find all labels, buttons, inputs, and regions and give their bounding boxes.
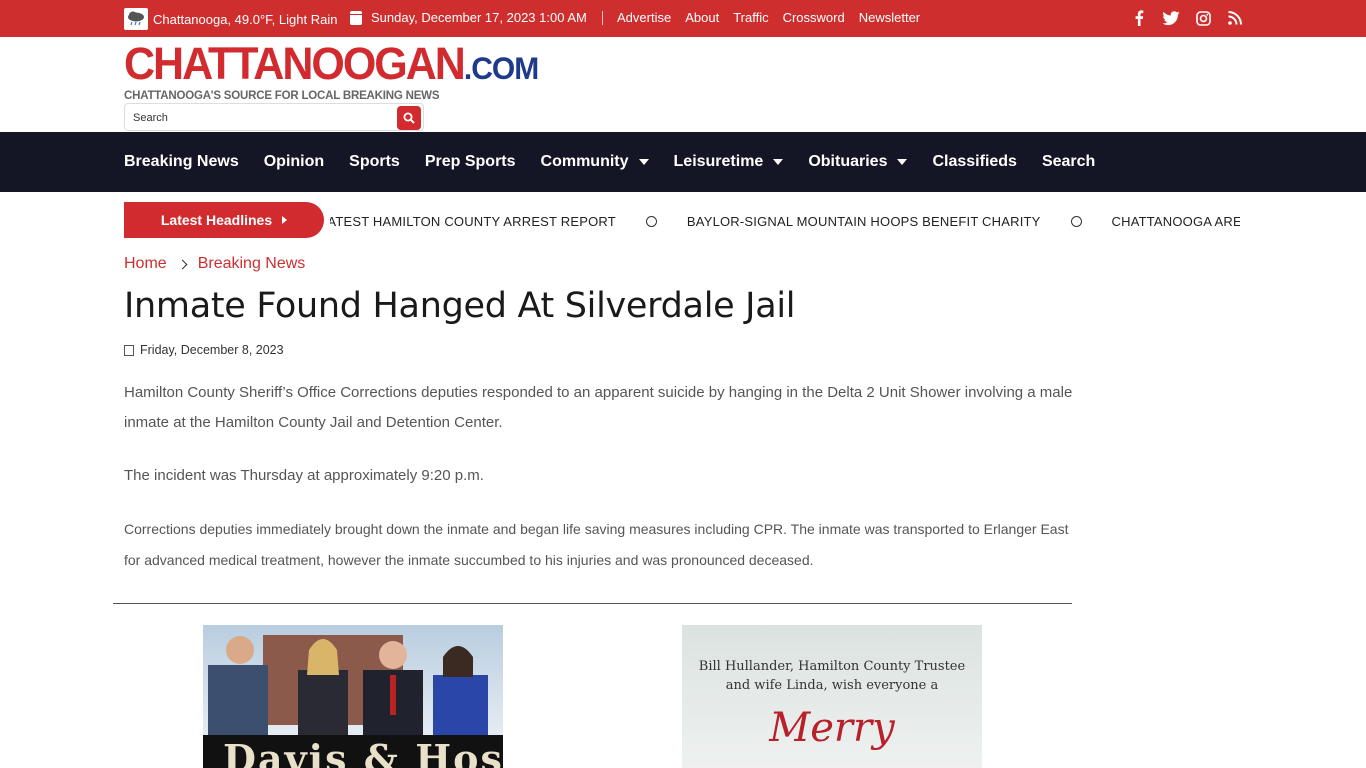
logo-main-text: CHATTANOOGAN bbox=[124, 38, 466, 90]
chevron-right-icon bbox=[177, 259, 188, 269]
link-about[interactable]: About bbox=[685, 10, 719, 25]
rain-cloud-icon bbox=[124, 8, 148, 30]
logo-wordmark: CHATTANOOGAN.COM bbox=[124, 41, 539, 91]
weather-text: Chattanooga, 49.0°F, Light Rain bbox=[153, 11, 338, 27]
circle-icon bbox=[1070, 216, 1082, 227]
link-advertise[interactable]: Advertise bbox=[617, 10, 671, 25]
search-icon bbox=[403, 112, 415, 124]
article-paragraph: Hamilton County Sheriff’s Office Correct… bbox=[124, 384, 1073, 431]
nav-obituaries[interactable]: Obituaries bbox=[808, 153, 908, 171]
headline-ticker: LATEST HAMILTON COUNTY ARREST REPORT BAY… bbox=[330, 202, 1240, 238]
article-paragraph: Corrections deputies immediately brought… bbox=[124, 521, 1069, 568]
nav-breaking-news[interactable]: Breaking News bbox=[124, 153, 239, 171]
search-button[interactable] bbox=[397, 106, 421, 130]
ad-people-photo bbox=[208, 636, 488, 735]
site-logo[interactable]: CHATTANOOGAN.COM CHATTANOOGA'S SOURCE FO… bbox=[124, 41, 539, 102]
ad-davis-hoss[interactable]: Davis & Hoss bbox=[203, 625, 503, 768]
weather-widget[interactable]: Chattanooga, 49.0°F, Light Rain bbox=[124, 8, 337, 30]
latest-headlines-button[interactable]: Latest Headlines bbox=[124, 202, 324, 238]
current-date: Sunday, December 17, 2023 1:00 AM bbox=[350, 10, 587, 25]
divider bbox=[602, 11, 603, 25]
circle-icon bbox=[645, 216, 657, 227]
caret-down-icon bbox=[773, 159, 784, 165]
logo-suffix: .COM bbox=[463, 51, 539, 87]
nav-leisuretime[interactable]: Leisuretime bbox=[674, 153, 784, 171]
ad-line-1: Bill Hullander, Hamilton County Trustee bbox=[698, 659, 966, 674]
nav-sports[interactable]: Sports bbox=[349, 153, 400, 171]
nav-prep-sports[interactable]: Prep Sports bbox=[425, 153, 516, 171]
ad-trustee-holiday[interactable]: Bill Hullander, Hamilton County Trustee … bbox=[682, 625, 982, 768]
search-input[interactable] bbox=[133, 108, 383, 128]
logo-tagline: CHATTANOOGA'S SOURCE FOR LOCAL BREAKING … bbox=[124, 90, 440, 102]
nav-community[interactable]: Community bbox=[541, 153, 649, 171]
top-bar: Chattanooga, 49.0°F, Light Rain Sunday, … bbox=[0, 0, 1366, 37]
main-nav: Breaking News Opinion Sports Prep Sports… bbox=[0, 132, 1366, 192]
breadcrumb-home[interactable]: Home bbox=[124, 255, 167, 273]
instagram-icon[interactable] bbox=[1194, 9, 1212, 27]
divider bbox=[113, 603, 1072, 604]
header-search bbox=[124, 103, 424, 131]
link-traffic[interactable]: Traffic bbox=[733, 10, 768, 25]
ad-line-2: and wife Linda, wish everyone a bbox=[725, 678, 939, 693]
caret-down-icon bbox=[638, 159, 649, 165]
nav-classifieds[interactable]: Classifieds bbox=[932, 153, 1016, 171]
top-links: Advertise About Traffic Crossword Newsle… bbox=[617, 10, 920, 25]
calendar-icon bbox=[124, 344, 134, 356]
breadcrumb: Home Breaking News bbox=[124, 255, 305, 273]
social-links bbox=[1130, 9, 1244, 27]
facebook-icon[interactable] bbox=[1130, 9, 1148, 27]
caret-right-icon bbox=[282, 216, 288, 224]
link-crossword[interactable]: Crossword bbox=[783, 10, 845, 25]
article-paragraph: The incident was Thursday at approximate… bbox=[124, 467, 484, 484]
rss-icon[interactable] bbox=[1226, 9, 1244, 27]
article-body: Hamilton County Sheriff’s Office Correct… bbox=[124, 378, 1074, 599]
ad-script-text: Merry bbox=[769, 705, 895, 751]
calendar-icon bbox=[350, 10, 362, 25]
nav-search[interactable]: Search bbox=[1042, 153, 1095, 171]
date-text: Sunday, December 17, 2023 1:00 AM bbox=[371, 10, 587, 25]
latest-headlines-label: Latest Headlines bbox=[160, 212, 273, 228]
article-title: Inmate Found Hanged At Silverdale Jail bbox=[124, 286, 796, 326]
caret-down-icon bbox=[897, 159, 908, 165]
ticker-item[interactable]: LATEST HAMILTON COUNTY ARREST REPORT bbox=[330, 214, 616, 229]
ticker-item[interactable]: BAYLOR-SIGNAL MOUNTAIN HOOPS BENEFIT CHA… bbox=[687, 214, 1041, 229]
ticker-item[interactable]: CHATTANOOGA AREA GOLF PRO bbox=[1112, 214, 1240, 229]
breadcrumb-section[interactable]: Breaking News bbox=[198, 255, 306, 273]
ad-banner-text: Davis & Hoss bbox=[203, 735, 503, 768]
article-date-text: Friday, December 8, 2023 bbox=[140, 343, 284, 357]
nav-opinion[interactable]: Opinion bbox=[264, 153, 324, 171]
twitter-icon[interactable] bbox=[1162, 9, 1180, 27]
article-date: Friday, December 8, 2023 bbox=[124, 343, 284, 357]
link-newsletter[interactable]: Newsletter bbox=[859, 10, 920, 25]
